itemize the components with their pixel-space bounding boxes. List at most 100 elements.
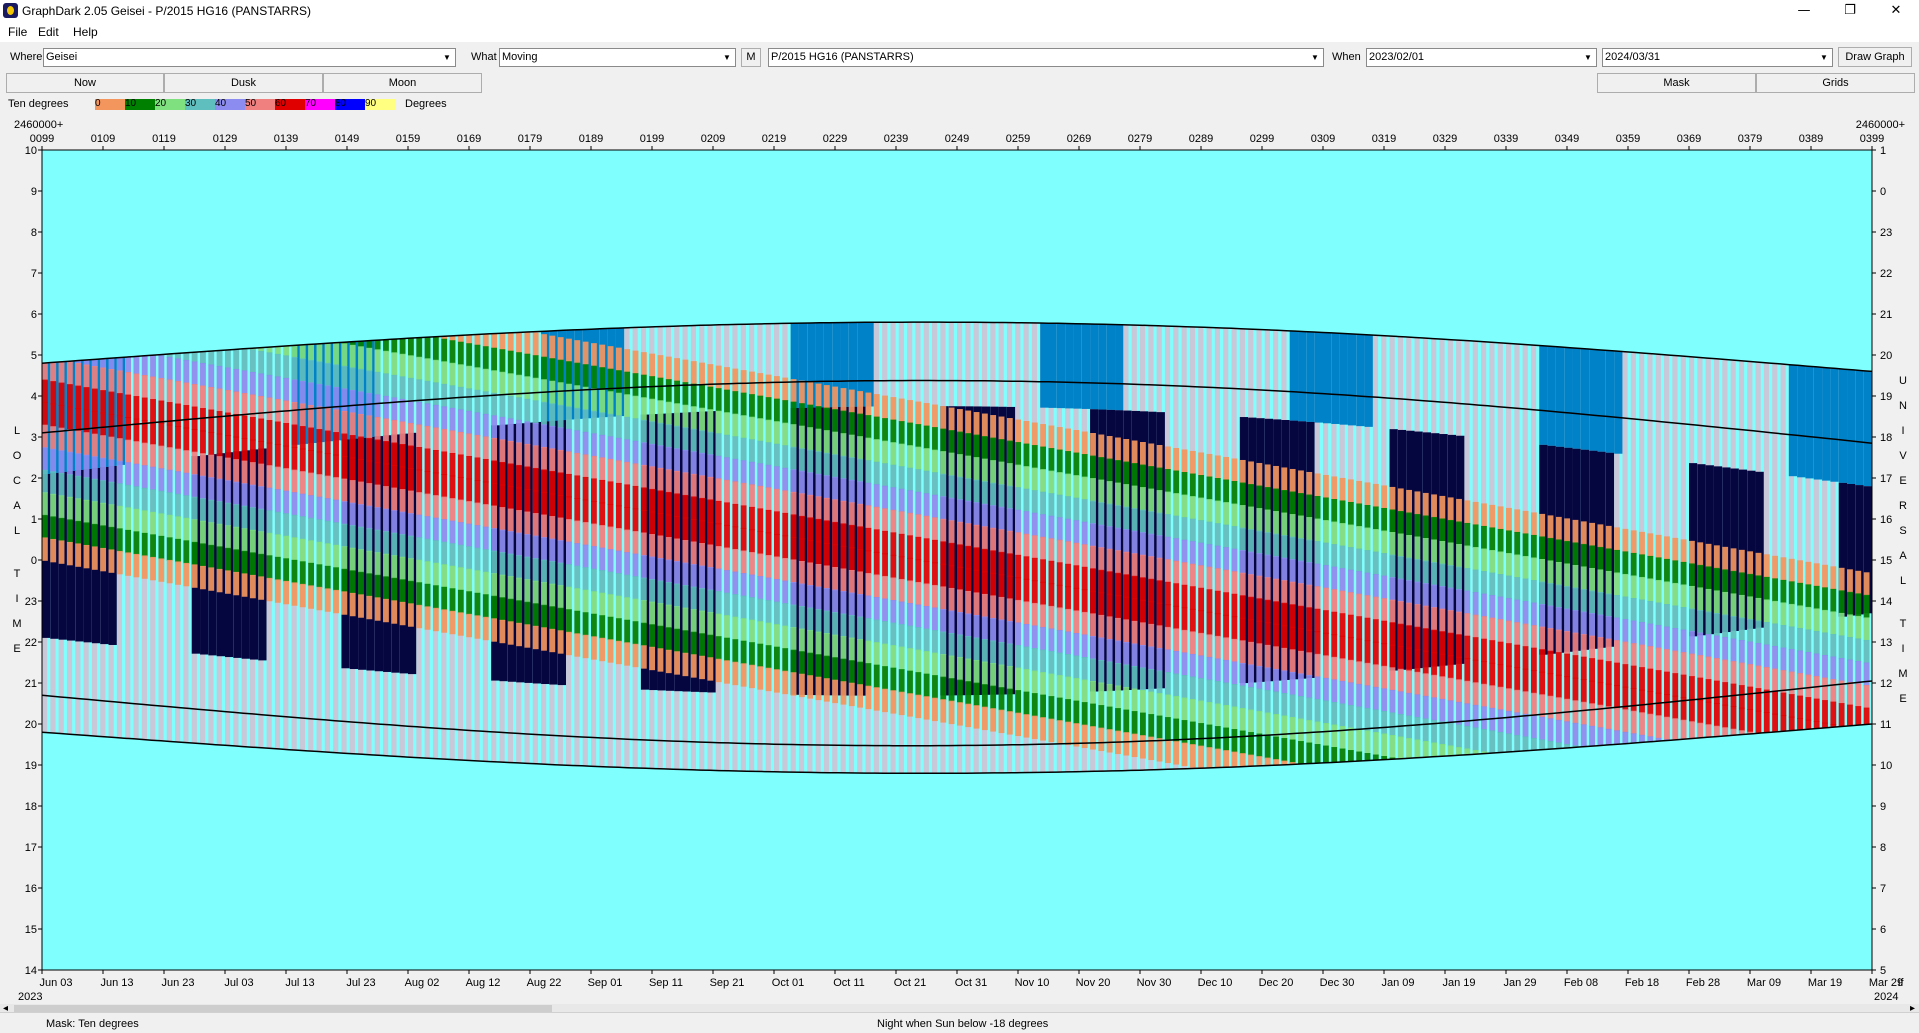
end-date-select[interactable]: 2024/03/31 ▼ xyxy=(1602,48,1833,67)
altitude-band xyxy=(1547,515,1554,539)
object-select[interactable]: P/2015 HG16 (PANSTARRS) ▼ xyxy=(768,48,1324,67)
graph-area[interactable]: 0099 0109 0119 0129 0139 0149 0159 0169 0179 0189… xyxy=(0,112,1919,1008)
what-select[interactable]: Moving ▼ xyxy=(499,48,736,67)
altitude-band xyxy=(1605,661,1612,685)
altitude-band xyxy=(1406,715,1413,739)
altitude-band xyxy=(1040,446,1047,470)
altitude-band xyxy=(1223,750,1230,768)
altitude-band xyxy=(1705,701,1712,726)
altitude-band xyxy=(1239,550,1246,574)
altitude-band xyxy=(1614,707,1620,732)
altitude-band xyxy=(848,524,855,549)
altitude-band xyxy=(815,451,822,475)
dusk-button[interactable]: Dusk xyxy=(164,73,323,93)
altitude-band xyxy=(50,516,57,540)
altitude-band xyxy=(299,403,306,427)
altitude-band xyxy=(1572,655,1579,679)
altitude-band xyxy=(1140,644,1146,669)
altitude-band xyxy=(58,382,65,406)
altitude-band xyxy=(1738,594,1745,619)
altitude-band xyxy=(965,455,972,480)
altitude-band xyxy=(682,449,689,474)
altitude-band xyxy=(823,520,830,544)
altitude-band xyxy=(1597,592,1604,616)
altitude-band xyxy=(75,363,82,387)
altitude-band xyxy=(1639,576,1645,601)
minimize-button[interactable]: — xyxy=(1781,0,1827,22)
altitude-band xyxy=(1131,598,1138,622)
altitude-band xyxy=(1040,536,1047,561)
menu-help[interactable]: Help xyxy=(73,25,98,39)
altitude-band xyxy=(1572,722,1579,747)
altitude-band xyxy=(1273,623,1279,648)
altitude-band xyxy=(66,406,73,431)
altitude-band xyxy=(774,533,780,558)
altitude-band xyxy=(798,538,805,562)
altitude-band xyxy=(1580,679,1587,703)
altitude-band xyxy=(690,631,697,656)
menu-edit[interactable]: Edit xyxy=(38,25,59,39)
close-button[interactable]: ✕ xyxy=(1873,0,1919,22)
mask-button[interactable]: Mask xyxy=(1597,73,1756,93)
altitude-band xyxy=(491,573,498,597)
altitude-band xyxy=(1622,528,1629,553)
altitude-band xyxy=(1397,691,1404,715)
altitude-band xyxy=(241,415,248,439)
altitude-band xyxy=(932,427,938,451)
altitude-band xyxy=(1256,508,1263,532)
altitude-band xyxy=(1081,521,1088,546)
altitude-band xyxy=(1281,602,1288,627)
altitude-band xyxy=(940,518,947,543)
altitude-band xyxy=(299,583,306,608)
altitude-band xyxy=(907,648,913,672)
altitude-band xyxy=(1090,613,1096,637)
date-tick-label: Feb 18 xyxy=(1625,977,1659,989)
m-button[interactable]: M xyxy=(741,48,761,67)
altitude-band xyxy=(1680,674,1687,699)
altitude-band xyxy=(915,536,922,561)
now-button[interactable]: Now xyxy=(6,73,164,93)
altitude-band xyxy=(624,349,631,373)
altitude-band xyxy=(1273,578,1279,603)
altitude-band xyxy=(1697,700,1704,724)
where-select[interactable]: Geisei ▼ xyxy=(43,48,456,67)
altitude-band xyxy=(690,383,697,408)
start-date-select[interactable]: 2023/02/01 ▼ xyxy=(1366,48,1597,67)
altitude-band xyxy=(649,466,656,490)
visibility-chart[interactable]: 0099 0109 0119 0129 0139 0149 0159 0169 0179 0189… xyxy=(0,112,1919,1008)
altitude-band xyxy=(524,489,531,513)
altitude-band xyxy=(200,565,206,590)
altitude-band xyxy=(1248,686,1254,711)
altitude-band xyxy=(507,373,514,397)
altitude-band xyxy=(1281,557,1288,582)
maximize-button[interactable]: ❐ xyxy=(1827,0,1873,22)
altitude-band xyxy=(1431,697,1437,721)
altitude-band xyxy=(707,386,714,411)
moon-button[interactable]: Moon xyxy=(323,73,482,93)
altitude-band xyxy=(1098,592,1105,616)
altitude-band xyxy=(391,465,398,489)
altitude-band xyxy=(366,595,373,620)
menu-file[interactable]: File xyxy=(8,25,27,39)
grids-button[interactable]: Grids xyxy=(1756,73,1915,93)
universal-time-axis-letter: L xyxy=(1900,575,1906,587)
altitude-band xyxy=(832,566,839,591)
altitude-band xyxy=(715,636,722,660)
altitude-band xyxy=(1805,719,1812,729)
altitude-band xyxy=(599,592,606,617)
altitude-band xyxy=(624,394,631,418)
altitude-band xyxy=(782,603,789,627)
altitude-band xyxy=(1239,753,1246,767)
date-tick-label: Sep 21 xyxy=(710,977,745,989)
altitude-band xyxy=(782,580,789,604)
altitude-band xyxy=(1115,572,1121,597)
altitude-band xyxy=(100,547,107,572)
altitude-band xyxy=(1755,643,1762,667)
altitude-band xyxy=(1555,584,1562,608)
altitude-band xyxy=(1456,656,1462,681)
universal-time-tick: 18 xyxy=(1880,432,1892,444)
draw-graph-button[interactable]: Draw Graph xyxy=(1838,47,1912,67)
altitude-band xyxy=(998,642,1005,666)
altitude-band xyxy=(499,394,506,418)
altitude-band xyxy=(1347,524,1354,548)
